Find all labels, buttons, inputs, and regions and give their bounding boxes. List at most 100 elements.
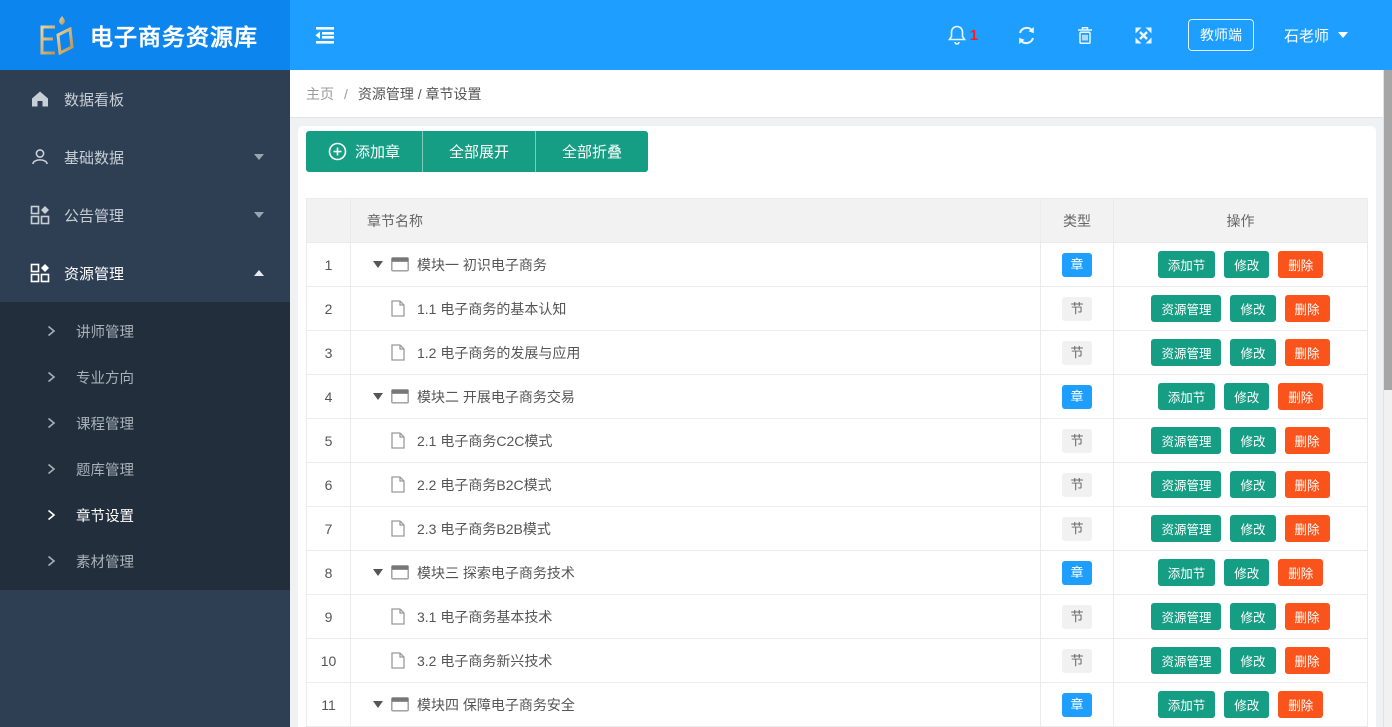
fullscreen-icon [1135,27,1152,43]
edit-button[interactable]: 修改 [1230,471,1276,498]
add-section-button[interactable]: 添加节 [1157,251,1216,278]
role-button[interactable]: 教师端 [1187,19,1254,51]
sidebar-item-dashboard[interactable]: 数据看板 [0,70,290,128]
resource-manage-button[interactable]: 资源管理 [1151,515,1222,542]
add-section-button[interactable]: 添加节 [1157,691,1216,718]
delete-button[interactable]: 删除 [1278,691,1324,718]
type-badge: 节 [1062,472,1092,497]
sidebar-item-resources[interactable]: 资源管理 [0,244,290,302]
breadcrumb-home[interactable]: 主页 [306,84,334,104]
table-row: 5 2.1 电子商务C2C模式 节 资源管理 修改 删除 [306,418,1368,463]
collapse-caret-icon[interactable] [373,701,391,708]
section-doc-icon [391,652,409,669]
header-index [306,198,351,243]
type-badge: 节 [1062,516,1092,541]
add-section-button[interactable]: 添加节 [1157,383,1216,410]
chapter-window-icon [391,388,409,405]
sidebar-subitem-2[interactable]: 专业方向 [0,354,290,400]
edit-button[interactable]: 修改 [1224,251,1270,278]
delete-button[interactable]: 删除 [1278,383,1324,410]
add-section-button[interactable]: 添加节 [1157,559,1216,586]
sidebar-item-announcements[interactable]: 公告管理 [0,186,290,244]
collapse-caret-icon[interactable] [373,393,391,400]
type-badge: 节 [1062,340,1092,365]
scrollbar-thumb[interactable] [1384,70,1392,390]
topbar-actions: 1 教师端 石老师 [909,19,1348,51]
table-row: 4 模块二 开展电子商务交易 章 添加节 修改 删除 [306,374,1368,419]
sidebar-item-label: 公告管理 [64,207,125,225]
collapse-caret-icon[interactable] [373,569,391,576]
edit-button[interactable]: 修改 [1224,383,1270,410]
sidebar-subitem-5[interactable]: 章节设置 [0,492,290,538]
add-chapter-button[interactable]: 添加章 [306,131,423,172]
add-chapter-label: 添加章 [355,144,401,161]
content-area: 添加章 全部展开 全部折叠 章节名称 类型 操作 1 模块一 初识电子商务 章 … [290,118,1392,727]
sidebar-subitem-1[interactable]: 讲师管理 [0,308,290,354]
delete-button[interactable]: 删除 [1278,251,1324,278]
sidebar-subitem-6[interactable]: 素材管理 [0,538,290,584]
notifications-button[interactable]: 1 [947,24,978,46]
edit-button[interactable]: 修改 [1230,427,1276,454]
delete-button[interactable]: 删除 [1284,515,1330,542]
menu-fold-icon[interactable] [312,22,338,48]
resource-manage-button[interactable]: 资源管理 [1151,471,1222,498]
row-title: 模块三 探索电子商务技术 [417,564,575,581]
row-title: 1.1 电子商务的基本认知 [417,300,567,317]
type-badge: 章 [1062,384,1092,409]
refresh-button[interactable] [1016,25,1037,46]
header-type: 类型 [1040,198,1114,243]
table-row: 10 3.2 电子商务新兴技术 节 资源管理 修改 删除 [306,638,1368,683]
type-badge: 章 [1062,252,1092,277]
chevron-right-icon [47,463,56,475]
sidebar-subitem-label: 课程管理 [76,416,134,433]
edit-button[interactable]: 修改 [1230,603,1276,630]
sidebar-item-base-data[interactable]: 基础数据 [0,128,290,186]
grid-icon [30,205,50,225]
resource-manage-button[interactable]: 资源管理 [1151,647,1222,674]
expand-all-button[interactable]: 全部展开 [422,131,536,172]
fullscreen-button[interactable] [1133,25,1154,46]
edit-button[interactable]: 修改 [1224,691,1270,718]
delete-button[interactable]: 删除 [1284,603,1330,630]
sidebar-subitem-3[interactable]: 课程管理 [0,400,290,446]
row-index: 4 [306,374,351,419]
table-row: 1 模块一 初识电子商务 章 添加节修改 删除 [306,242,1368,287]
edit-button[interactable]: 修改 [1230,647,1276,674]
edit-button[interactable]: 修改 [1230,295,1276,322]
table-row: 6 2.2 电子商务B2C模式 节 资源管理 修改 删除 [306,462,1368,507]
breadcrumb-separator: / [344,85,348,102]
delete-button[interactable]: 删除 [1278,559,1324,586]
clear-cache-button[interactable] [1075,25,1095,46]
notification-badge: 1 [969,26,978,44]
sidebar-item-label: 数据看板 [64,91,125,109]
delete-button[interactable]: 删除 [1284,339,1330,366]
section-doc-icon [391,300,409,317]
edit-button[interactable]: 修改 [1224,559,1270,586]
type-badge: 节 [1062,648,1092,673]
sidebar-subitem-label: 讲师管理 [76,324,134,341]
resource-manage-button[interactable]: 资源管理 [1151,339,1222,366]
grid-icon [30,263,50,283]
sidebar-subitem-4[interactable]: 题库管理 [0,446,290,492]
table-row: 8 模块三 探索电子商务技术 章 添加节 修改 删除 [306,550,1368,595]
edit-button[interactable]: 修改 [1230,515,1276,542]
brand-logo: 电子商务资源库 [0,0,290,70]
collapse-caret-icon[interactable] [373,261,391,268]
type-badge: 节 [1062,296,1092,321]
collapse-all-button[interactable]: 全部折叠 [535,131,649,172]
resource-manage-button[interactable]: 资源管理 [1151,603,1222,630]
resource-manage-button[interactable]: 资源管理 [1151,295,1222,322]
edit-button[interactable]: 修改 [1230,339,1276,366]
delete-button[interactable]: 删除 [1284,295,1330,322]
row-index: 10 [306,638,351,683]
page-scrollbar[interactable] [1383,70,1392,727]
section-doc-icon [391,520,409,537]
breadcrumb: 主页 / 资源管理 / 章节设置 [290,70,1392,118]
row-actions: 资源管理 修改 删除 [1113,506,1368,551]
user-menu[interactable]: 石老师 [1284,25,1348,46]
delete-button[interactable]: 删除 [1284,647,1330,674]
delete-button[interactable]: 删除 [1284,427,1330,454]
trash-icon [1077,26,1092,44]
resource-manage-button[interactable]: 资源管理 [1151,427,1222,454]
delete-button[interactable]: 删除 [1284,471,1330,498]
